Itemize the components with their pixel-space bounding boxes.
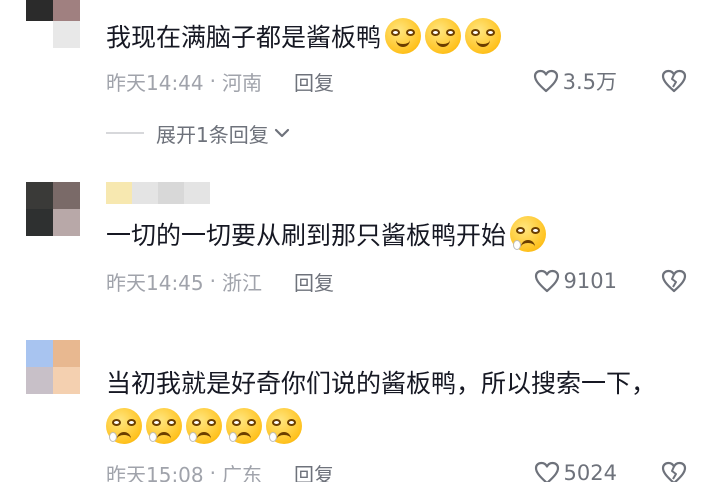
comment-location: 河南 <box>222 70 262 95</box>
heart-icon <box>534 269 559 293</box>
pleading-face-icon <box>266 408 302 444</box>
like-button[interactable]: 3.5万 <box>533 66 617 96</box>
like-count: 5024 <box>563 461 617 482</box>
avatar-tile <box>53 340 80 367</box>
dislike-button[interactable] <box>661 266 687 296</box>
comment-date: 昨天14:44 <box>106 70 204 95</box>
avatar-tile <box>26 21 53 48</box>
avatar-tile <box>26 340 53 367</box>
comment-text: 当初我就是好奇你们说的酱板鸭，所以搜索一下， <box>106 369 657 398</box>
avatar-tile <box>53 182 80 209</box>
avatar-tile <box>26 0 53 21</box>
comment-text-row: 我现在满脑子都是酱板鸭 <box>106 16 699 60</box>
pleading-face-icon <box>186 408 222 444</box>
reply-button[interactable]: 回复 <box>294 67 334 96</box>
comment-text: 一切的一切要从刷到那只酱板鸭开始 <box>106 221 507 250</box>
grinning-face-icon <box>425 18 462 54</box>
comment-text-row: 一切的一切要从刷到那只酱板鸭开始 <box>106 214 699 258</box>
heart-icon <box>533 69 558 93</box>
comment-meta: 昨天14:45 · 浙江 回复 <box>106 266 334 296</box>
avatar-tile <box>26 367 53 394</box>
separator-dot: · <box>209 269 216 293</box>
username-tile <box>184 182 210 204</box>
dislike-button[interactable] <box>661 458 687 482</box>
like-count: 3.5万 <box>562 70 617 94</box>
comment-location: 广东 <box>222 462 262 482</box>
comment-text: 我现在满脑子都是酱板鸭 <box>106 23 382 52</box>
username-tile <box>106 182 132 204</box>
comment-meta: 昨天14:44 · 河南 回复 <box>106 66 334 96</box>
separator-dot: · <box>209 69 216 93</box>
comment-date: 昨天14:45 <box>106 270 204 295</box>
comment-date: 昨天15:08 <box>106 462 204 482</box>
avatar[interactable] <box>26 340 80 394</box>
like-button[interactable]: 9101 <box>534 266 617 296</box>
heart-icon <box>534 461 559 482</box>
pleading-face-icon <box>106 408 142 444</box>
comment-list: 我现在满脑子都是酱板鸭 昨天14:44 · 河南 回复 3.5万 展开1条回复 <box>0 0 719 482</box>
username-tile <box>158 182 184 204</box>
expand-replies-button[interactable]: 展开1条回复 <box>106 118 291 148</box>
username[interactable] <box>106 182 210 204</box>
avatar-tile <box>26 209 53 236</box>
comment-location: 浙江 <box>222 270 262 295</box>
pleading-face-icon <box>510 216 547 252</box>
chevron-down-icon <box>274 128 289 138</box>
username-tile <box>132 182 158 204</box>
avatar-tile <box>53 209 80 236</box>
avatar-tile <box>53 0 80 21</box>
reply-button[interactable]: 回复 <box>294 459 334 482</box>
avatar-tile <box>53 21 80 48</box>
divider-line <box>106 132 144 134</box>
separator-dot: · <box>209 461 216 482</box>
comment-meta: 昨天15:08 · 广东 回复 <box>106 458 334 482</box>
pleading-face-icon <box>226 408 262 444</box>
comment-text-row: 当初我就是好奇你们说的酱板鸭，所以搜索一下， <box>106 362 699 406</box>
comment-emoji-row <box>102 406 699 450</box>
like-button[interactable]: 5024 <box>534 458 617 482</box>
pleading-face-icon <box>146 408 182 444</box>
broken-heart-icon <box>661 69 687 93</box>
broken-heart-icon <box>661 269 687 293</box>
dislike-button[interactable] <box>661 66 687 96</box>
avatar[interactable] <box>26 182 80 236</box>
broken-heart-icon <box>661 461 687 482</box>
grinning-face-icon <box>385 18 422 54</box>
like-count: 9101 <box>563 269 617 293</box>
expand-replies-label: 展开1条回复 <box>156 122 269 147</box>
avatar-tile <box>53 367 80 394</box>
reply-button[interactable]: 回复 <box>294 267 334 296</box>
avatar-tile <box>26 182 53 209</box>
grinning-face-icon <box>465 18 502 54</box>
avatar[interactable] <box>26 0 80 48</box>
